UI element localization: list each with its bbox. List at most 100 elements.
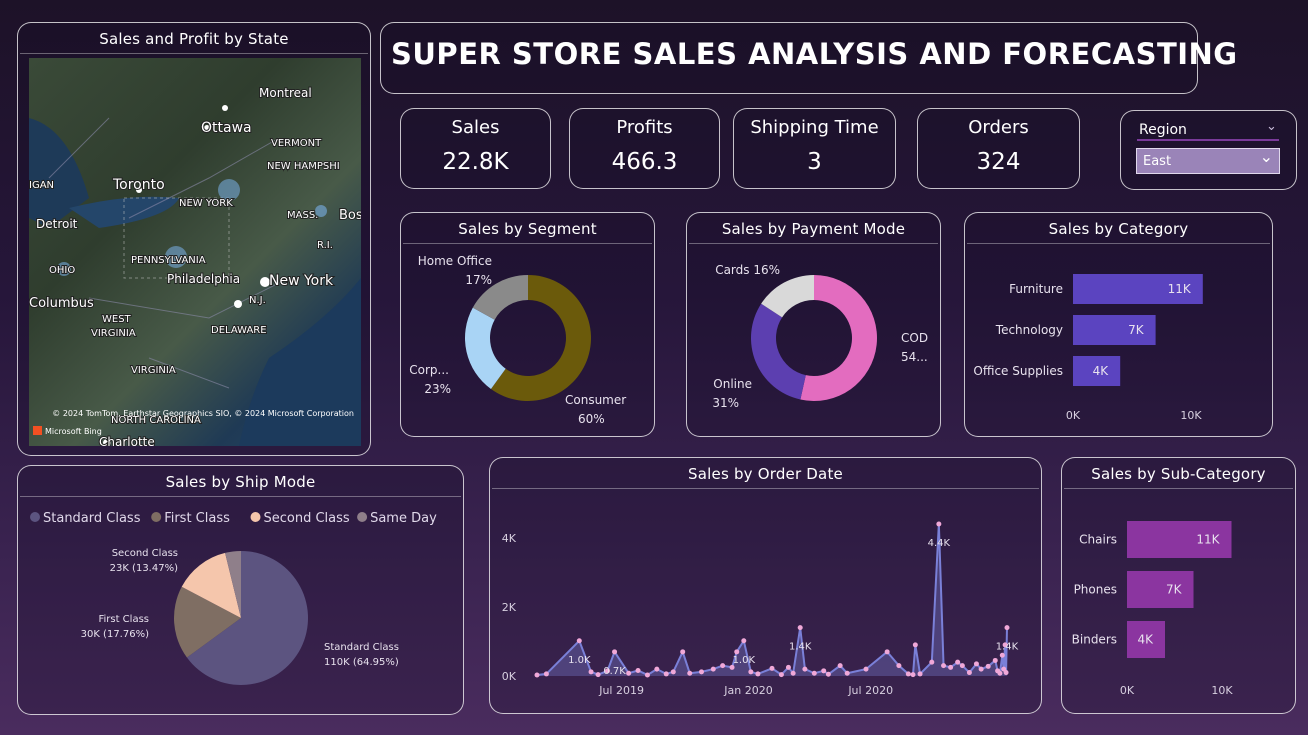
line-point[interactable]	[999, 652, 1005, 658]
line-point[interactable]	[663, 671, 669, 677]
dropdown-chevron-icon: ⌄	[1259, 147, 1273, 166]
line-point[interactable]	[748, 669, 754, 675]
line-point[interactable]	[896, 663, 902, 669]
line-point[interactable]	[710, 666, 716, 672]
category-chart-panel: Sales by Category Furniture 11K Technology…	[964, 212, 1273, 437]
line-point[interactable]	[1004, 625, 1010, 631]
line-point[interactable]	[978, 666, 984, 672]
line-point[interactable]	[863, 666, 869, 672]
segment-donut[interactable]: Consumer 60% Corp... 23% Home Office 17%	[401, 213, 656, 438]
line-point[interactable]	[811, 670, 817, 676]
kpi-label-sales: Sales	[451, 117, 500, 138]
legend-item[interactable]: First Class	[164, 511, 230, 526]
line-point[interactable]	[912, 642, 918, 648]
line-point[interactable]	[534, 672, 540, 678]
map-label: Montreal	[259, 86, 312, 100]
line-point[interactable]	[917, 671, 923, 677]
kpi-card-shipping-time: Shipping Time 3	[733, 108, 896, 189]
category-bar-chart[interactable]: Furniture 11K Technology 7K Office Supplies 4…	[965, 213, 1274, 438]
legend-item[interactable]: Second Class	[264, 511, 350, 526]
bar-value-label: 4K	[1093, 364, 1110, 378]
line-point[interactable]	[837, 663, 843, 669]
line-point[interactable]	[543, 671, 549, 677]
line-point[interactable]	[992, 657, 998, 663]
legend-marker	[250, 512, 261, 522]
line-point[interactable]	[973, 661, 979, 667]
slice-label: Home Office	[418, 254, 492, 268]
line-point[interactable]	[959, 663, 965, 669]
line-point[interactable]	[785, 664, 791, 670]
payment-donut[interactable]: COD 54... Online 31% Cards 16%	[687, 213, 942, 438]
line-point[interactable]	[821, 668, 827, 674]
line-point[interactable]	[588, 669, 594, 675]
line-point[interactable]	[941, 663, 947, 669]
line-point[interactable]	[612, 649, 618, 655]
line-point[interactable]	[1003, 670, 1009, 676]
line-point[interactable]	[769, 665, 775, 671]
slice-label: First Class	[98, 614, 149, 625]
line-point[interactable]	[654, 666, 660, 672]
kpi-card-orders: Orders 324	[917, 108, 1080, 189]
donut-slice-online[interactable]	[751, 303, 806, 400]
line-point[interactable]	[844, 670, 850, 676]
kpi-card-sales: Sales 22.8K	[400, 108, 551, 189]
slice-label: Cards 16%	[715, 263, 780, 277]
line-point[interactable]	[997, 670, 1003, 676]
page-title: SUPER STORE SALES ANALYSIS AND FORECASTI…	[391, 37, 1238, 71]
legend-marker	[30, 512, 40, 522]
point-data-label: 4.4K	[928, 538, 951, 549]
legend-item[interactable]: Standard Class	[43, 511, 141, 526]
line-point[interactable]	[680, 649, 686, 655]
map-label: Ottawa	[201, 120, 252, 136]
slice-value-label: 17%	[465, 273, 492, 287]
line-point[interactable]	[670, 669, 676, 675]
map-label: Bos	[339, 208, 361, 223]
bar-category-label: Chairs	[1079, 533, 1117, 547]
map-view[interactable]: Montreal Ottawa VERMONT NEW HAMPSHI IGAN Toro…	[29, 58, 361, 446]
line-point[interactable]	[626, 670, 632, 676]
line-point[interactable]	[905, 671, 911, 677]
line-point[interactable]	[734, 649, 740, 655]
chevron-down-icon[interactable]: ⌄	[1266, 119, 1277, 134]
map-label: Charlotte	[99, 435, 155, 446]
line-point[interactable]	[948, 664, 954, 670]
kpi-label-profits: Profits	[616, 117, 673, 138]
subcategory-bar-chart[interactable]: Chairs 11K Phones 7K Binders 4K 0K 10K	[1062, 458, 1297, 715]
line-point[interactable]	[936, 521, 942, 527]
x-tick-label: 0K	[1120, 684, 1135, 697]
line-point[interactable]	[576, 638, 582, 644]
kpi-value-profits: 466.3	[611, 149, 678, 175]
line-point[interactable]	[687, 670, 693, 676]
line-point[interactable]	[797, 625, 803, 631]
orderdate-line-chart[interactable]: 0K 2K 4K Jul 2019 Jan 2020 Jul 2020 1.0K 0.7K 1.…	[490, 458, 1043, 715]
map-label: WEST	[102, 314, 132, 325]
kpi-label-shipping-time: Shipping Time	[750, 117, 879, 138]
line-point[interactable]	[825, 671, 831, 677]
line-point[interactable]	[802, 666, 808, 672]
line-point[interactable]	[635, 667, 641, 673]
shipmode-pie[interactable]: Standard Class First Class Second Class Sam…	[18, 466, 465, 716]
line-point[interactable]	[955, 659, 961, 665]
region-dropdown[interactable]: East ⌄	[1136, 147, 1280, 174]
donut-slice-corporate[interactable]	[465, 307, 506, 389]
line-point[interactable]	[985, 663, 991, 669]
payment-chart-panel: Sales by Payment Mode COD 54... Online 31% C…	[686, 212, 941, 437]
line-point[interactable]	[884, 649, 890, 655]
line-point[interactable]	[966, 670, 972, 676]
line-point[interactable]	[910, 672, 916, 678]
legend-item[interactable]: Same Day	[370, 511, 437, 526]
line-point[interactable]	[755, 671, 761, 677]
line-point[interactable]	[644, 672, 650, 678]
line-point[interactable]	[595, 672, 601, 678]
kpi-value-shipping-time: 3	[807, 149, 822, 175]
line-point[interactable]	[929, 659, 935, 665]
line-point[interactable]	[699, 669, 704, 675]
map-label: NEW HAMPSHI	[267, 161, 340, 172]
region-selected-value: East	[1143, 154, 1172, 169]
line-point[interactable]	[778, 672, 784, 678]
line-point[interactable]	[741, 638, 747, 644]
line-point[interactable]	[790, 670, 796, 676]
line-point[interactable]	[720, 663, 726, 669]
y-tick-label: 0K	[502, 670, 517, 683]
bar-phones[interactable]	[1127, 571, 1194, 608]
